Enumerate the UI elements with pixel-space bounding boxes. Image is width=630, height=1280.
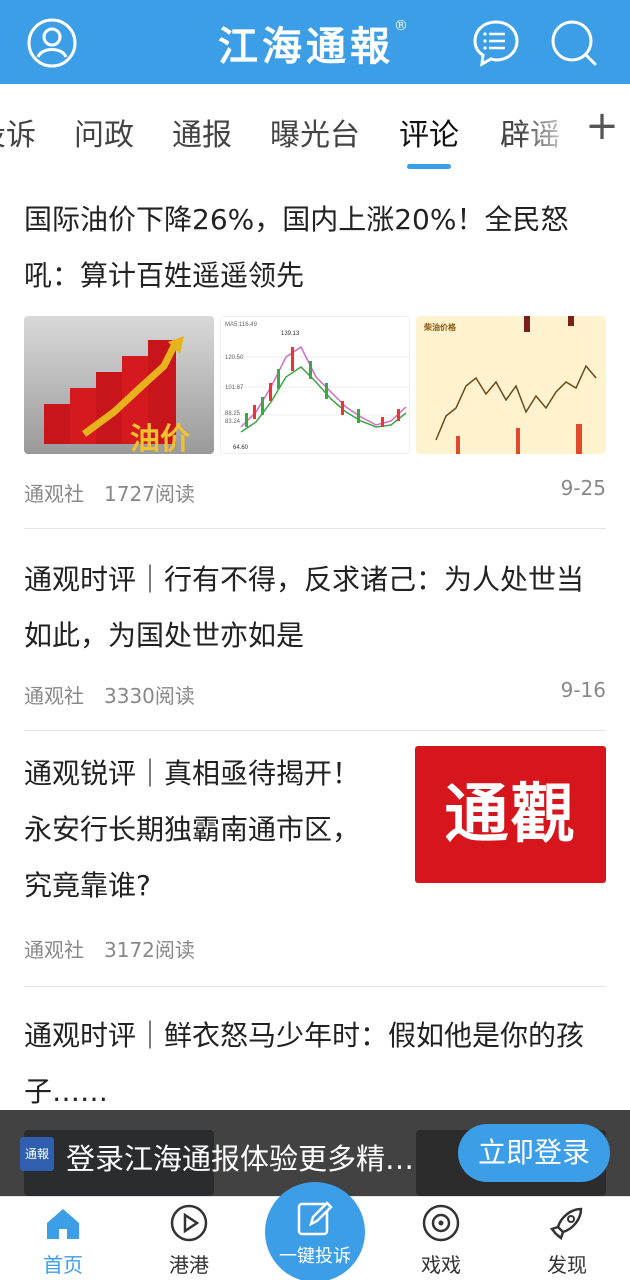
oil-price-text: 油价 [130,422,190,454]
article-title[interactable]: 通观锐评｜真相亟待揭开！永安行长期独霸南通市区，究竟靠谁? [24,746,384,914]
category-tabs: 投诉 问政 通报 曝光台 评论 辟谣 + [0,84,630,180]
tab-inquiry[interactable]: 问政 [74,110,134,154]
article-card[interactable]: 通观时评｜鲜衣怒马少年时：假如他是你的孩子…… [24,1008,606,1120]
diesel-chart-title: 柴油价格 [423,322,457,332]
diesel-price-chart: 柴油价格 [423,316,597,454]
tab-fade [520,84,580,180]
article-date: 9-25 [560,476,606,500]
article-source: 通观社 [24,482,84,506]
complaint-fab-button[interactable]: 一键投诉 [265,1182,365,1280]
tab-comment[interactable]: 评论 [399,110,459,154]
nav-home[interactable]: 首页 [18,1197,108,1280]
article-reads: 3172阅读 [104,938,195,962]
tab-exposure[interactable]: 曝光台 [270,110,360,154]
app-header: 江海通報® [0,0,630,84]
article-reads: 3330阅读 [104,684,195,708]
banner-logo: 通報 [20,1137,54,1171]
film-icon [422,1204,460,1242]
rocket-icon [549,1207,583,1241]
chart-label-3: 88.25 [225,411,241,417]
article-title[interactable]: 通观时评｜鲜衣怒马少年时：假如他是你的孩子…… [24,1008,606,1120]
banner-text: 登录江海通报体验更多精彩内容 [66,1142,426,1176]
article-card[interactable]: 国际油价下降26%，国内上涨20%！全民怒吼：算计百姓遥遥领先 [24,192,606,304]
article-date: 9-16 [560,678,606,702]
article-image-diesel-chart[interactable]: 柴油价格 [416,316,606,454]
home-icon [47,1209,79,1239]
article-card[interactable]: 通观时评｜行有不得，反求诸己：为人处世当如此，为国处世亦如是 [24,552,606,664]
divider [24,730,606,731]
article-meta: 通观社 3172阅读 [24,934,195,963]
chart-label-4: 83.24 [225,419,241,425]
active-tab-indicator [407,164,451,169]
divider [24,528,606,529]
nav-discover[interactable]: 发现 [522,1197,612,1280]
app-logo: 江海通報® [218,18,412,70]
article-image-oil[interactable]: 油价 [24,316,214,454]
nav-label: 首页 [43,1253,83,1277]
fab-label: 一键投诉 [279,1246,351,1267]
nav-label: 发现 [547,1253,587,1277]
article-image-stock-chart[interactable]: MA5:116.49 139.13 120.50 101.87 88.25 83… [220,316,410,454]
chart-label-2: 101.87 [225,385,244,391]
chart-label-1: 120.50 [225,355,244,361]
chat-icon[interactable] [470,17,522,69]
chart-label-high: 139.13 [281,331,300,337]
edit-icon [297,1201,333,1236]
login-button[interactable]: 立即登录 [458,1124,610,1182]
chart-label-low: 64.60 [233,445,249,451]
chart-label-ma5: MA5:116.49 [225,322,258,328]
article-image-logo[interactable]: 通觀 [415,746,606,883]
tab-report[interactable]: 通报 [172,110,232,154]
tab-complaint[interactable]: 投诉 [0,110,36,154]
article-title[interactable]: 国际油价下降26%，国内上涨20%！全民怒吼：算计百姓遥遥领先 [24,192,606,304]
add-tab-button[interactable]: + [580,104,624,148]
nav-xi[interactable]: 戏戏 [396,1197,486,1280]
article-meta: 通观社 3330阅读 [24,680,195,709]
nav-label: 港港 [169,1253,209,1277]
article-meta: 通观社 1727阅读 [24,478,195,507]
article-source: 通观社 [24,938,84,962]
article-source: 通观社 [24,684,84,708]
article-title[interactable]: 通观时评｜行有不得，反求诸己：为人处世当如此，为国处世亦如是 [24,552,606,664]
article-reads: 1727阅读 [104,482,195,506]
play-icon [170,1204,208,1242]
candlestick-chart: MA5:116.49 139.13 120.50 101.87 88.25 83… [221,322,409,451]
article-card[interactable]: 通观锐评｜真相亟待揭开！永安行长期独霸南通市区，究竟靠谁? [24,746,384,914]
divider [24,986,606,987]
search-icon[interactable] [548,17,600,69]
nav-label: 戏戏 [421,1253,461,1277]
nav-gang[interactable]: 港港 [144,1197,234,1280]
